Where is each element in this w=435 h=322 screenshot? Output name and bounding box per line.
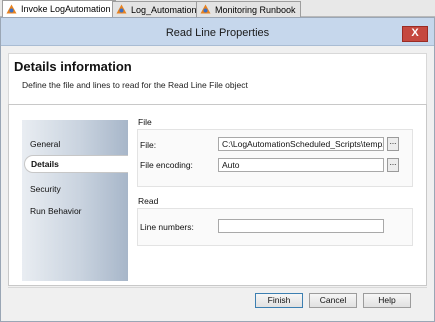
file-path-input[interactable]: C:\LogAutomationScheduled_Scripts\temp1.…: [218, 137, 384, 151]
read-group-label: Read: [138, 196, 159, 206]
details-content: File File: C:\LogAutomationScheduled_Scr…: [137, 105, 426, 285]
document-tab-strip: Invoke LogAutomation Log_Automation Moni…: [0, 0, 435, 17]
tab-label: Invoke LogAutomation: [21, 4, 111, 14]
properties-nav: General Details Security Run Behavior: [22, 120, 128, 281]
nav-item-run-behavior[interactable]: Run Behavior: [30, 206, 82, 216]
runbook-icon: [6, 4, 17, 15]
nav-item-security[interactable]: Security: [30, 184, 61, 194]
file-encoding-input[interactable]: Auto: [218, 158, 384, 172]
details-header: Details information Define the file and …: [8, 53, 427, 105]
dialog-footer: Finish Cancel Help: [8, 287, 427, 320]
runbook-icon: [200, 4, 211, 15]
file-encoding-label: File encoding:: [140, 160, 193, 170]
file-browse-button[interactable]: ...: [387, 137, 399, 151]
dialog-title: Read Line Properties: [165, 27, 270, 39]
encoding-browse-button[interactable]: ...: [387, 158, 399, 172]
line-numbers-label: Line numbers:: [140, 222, 194, 232]
tab-label: Monitoring Runbook: [215, 4, 296, 15]
dialog-titlebar[interactable]: Read Line Properties X: [1, 18, 434, 46]
tab-log-automation[interactable]: Log_Automation: [112, 1, 202, 17]
page-subtitle: Define the file and lines to read for th…: [22, 80, 248, 90]
cancel-button[interactable]: Cancel: [309, 293, 357, 308]
file-label: File:: [140, 140, 157, 150]
runbook-icon: [116, 4, 127, 15]
page-title: Details information: [14, 59, 132, 74]
nav-item-details[interactable]: Details: [24, 155, 128, 173]
nav-item-general[interactable]: General: [30, 139, 60, 149]
read-group-box: Line numbers:: [137, 208, 413, 246]
tab-monitoring-runbook[interactable]: Monitoring Runbook: [196, 1, 301, 17]
file-group-box: File: C:\LogAutomationScheduled_Scripts\…: [137, 129, 413, 187]
line-numbers-input[interactable]: [218, 219, 384, 233]
tab-label: Log_Automation: [131, 4, 197, 15]
finish-button[interactable]: Finish: [255, 293, 303, 308]
close-button[interactable]: X: [402, 26, 428, 42]
tab-invoke-logautomation[interactable]: Invoke LogAutomation: [2, 0, 116, 17]
properties-body: General Details Security Run Behavior Fi…: [8, 104, 427, 286]
file-group-label: File: [138, 117, 152, 127]
help-button[interactable]: Help: [363, 293, 411, 308]
read-line-properties-dialog: Read Line Properties X Details informati…: [0, 17, 435, 322]
